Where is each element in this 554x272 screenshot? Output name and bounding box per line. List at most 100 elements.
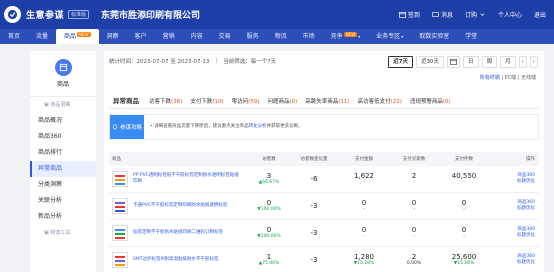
nav-item-7[interactable]: 交易	[211, 29, 239, 44]
visitors-cell-value: 1	[266, 253, 272, 261]
calendar-picker-button[interactable]	[447, 56, 461, 68]
thumbnail-stripe	[115, 264, 125, 266]
nav-item-13[interactable]: 取数实验室	[411, 29, 457, 44]
chevron-down-icon: ▾	[401, 34, 404, 39]
col-visitor-change[interactable]: 访客数变化量	[289, 156, 339, 162]
logout-label: 退出	[533, 12, 546, 19]
sidebar-item-1[interactable]: 商品概况	[30, 113, 96, 129]
calendar-icon	[399, 11, 406, 18]
tab-5[interactable]: 高跳失率商品(11)	[301, 97, 353, 108]
sidebar-item-6[interactable]: 关联分析	[30, 193, 96, 209]
checkin-label: 签到	[407, 12, 420, 19]
logout-button[interactable]: 退出	[534, 10, 546, 19]
nav-item-label: 商品	[64, 33, 77, 40]
user-center-button[interactable]: 个人中心	[498, 10, 522, 19]
col-visitors[interactable]: 访客数	[249, 156, 289, 162]
nav-item-5[interactable]: 营销	[155, 29, 183, 44]
anomaly-table: 商品 访客数 访客数变化量 支付金额 支付买家数 支付件数 操作 PP PVC透…	[109, 152, 539, 272]
nav-item-label: 取数实验室	[419, 33, 450, 40]
product-name-link[interactable]: SMT过炉标签PI耐高温贴纸防水不干胶标签	[133, 257, 241, 263]
product-thumbnail[interactable]	[112, 225, 128, 241]
tab-count: (26)	[171, 99, 183, 105]
terminal-others[interactable]: | PC端 | 无线端	[501, 75, 536, 81]
sidebar-item-label: 关联分析	[38, 197, 63, 204]
col-pay-buyers[interactable]: 支付买家数	[389, 156, 439, 162]
tab-7[interactable]: 违规预警商品(0)	[406, 97, 455, 108]
period-week-button[interactable]: 周	[481, 56, 498, 68]
tab-6[interactable]: 高访客低支付(22)	[354, 97, 406, 108]
amount-cell-value: 0	[361, 199, 367, 207]
nav-item-2[interactable]: 商品 NEW	[56, 29, 99, 44]
thumbnail-stripe	[115, 256, 125, 258]
nav-item-label: 学堂	[465, 33, 478, 40]
sidebar-list: ▣ 商品洞察商品概况商品360NEW 商品排行异常商品分类洞察关联分析新品分析 ▣ …	[30, 97, 122, 241]
nav-item-label: 营销	[162, 33, 175, 40]
sidebar-item-7[interactable]: 新品分析	[30, 209, 96, 225]
advice-tag[interactable]: 参谋攻略	[110, 115, 144, 139]
tab-1[interactable]: 访客下跌(26)	[145, 97, 186, 108]
visitor-delta-value: -3	[310, 202, 318, 210]
tab-label: 支付下跌	[190, 99, 213, 105]
nav-item-4[interactable]: 客户	[127, 29, 155, 44]
buyers-cell-value: 0	[411, 199, 417, 207]
prev-period-button[interactable]: ‹	[518, 56, 527, 68]
col-pay-qty[interactable]: 支付件数	[439, 156, 489, 162]
tab-2[interactable]: 支付下跌(10)	[186, 97, 227, 108]
nav-item-6[interactable]: 内容	[183, 29, 211, 44]
title-optimize-link[interactable]: 标题优化	[489, 206, 535, 212]
buyers-cell-change: -	[413, 234, 415, 239]
sidebar-item-5[interactable]: 分类洞察	[30, 177, 96, 193]
tab-4[interactable]: 问题商品(0)	[263, 97, 301, 108]
subscribe-button[interactable]: 订购	[465, 10, 486, 19]
nav-item-11[interactable]: 竞争 NEW ▾	[323, 29, 369, 44]
col-pay-amount[interactable]: 支付金额	[339, 156, 389, 162]
nav-item-label: 业务专区	[376, 33, 401, 40]
tab-count: (10)	[212, 99, 224, 105]
nav-item-3[interactable]: 洞察	[99, 29, 127, 44]
nav-item-14[interactable]: 学堂	[457, 29, 485, 44]
sidebar-item-3[interactable]: 商品排行	[30, 145, 96, 161]
lightbulb-icon	[112, 124, 118, 130]
nav-item-12[interactable]: 业务专区▾	[368, 29, 411, 44]
company-name: 东莞市胜添印刷有限公司	[101, 11, 201, 21]
terminal-filter: 所有终端 | PC端 | 无线端	[480, 74, 536, 81]
product-name-link[interactable]: 标签定制不干胶防水贴纸印刷二维码订制标签	[133, 230, 241, 236]
top-header: 生意参谋 标准版 东莞市胜添印刷有限公司 签到 消息 订购 个人中心 退出	[0, 0, 554, 29]
brand[interactable]: 生意参谋 标准版	[4, 6, 90, 23]
title-optimize-link[interactable]: 标题优化	[489, 260, 535, 266]
advice-link[interactable]: 转化分析	[249, 124, 267, 129]
title-optimize-link[interactable]: 标题优化	[489, 179, 535, 185]
visitor-delta-cell: -6	[289, 175, 339, 183]
logo-icon	[4, 6, 21, 23]
period-month-button[interactable]: 月	[500, 56, 516, 68]
col-product: 商品	[112, 157, 121, 162]
period-day-button[interactable]: 日	[463, 56, 479, 68]
product-thumbnail[interactable]	[112, 252, 128, 268]
nav-item-8[interactable]: 服务	[239, 29, 267, 44]
product-name-link[interactable]: 卡通PVC不干胶标签定制印刷防水贴纸透明标签	[133, 203, 241, 209]
title-optimize-link[interactable]: 标题优化	[489, 233, 535, 239]
product-thumbnail[interactable]	[112, 171, 128, 187]
next-period-button[interactable]: ›	[529, 56, 538, 68]
table-row: SMT过炉标签PI耐高温贴纸防水不干胶标签 1 ▲75.00% -3 1,280 ▼15.…	[109, 247, 539, 272]
period-30d-button[interactable]: 近30天	[416, 56, 445, 68]
product-name-link[interactable]: PP PVC透明标签纸不干胶标签定制防水透明标签贴纸印刷	[133, 173, 241, 185]
product-cell: SMT过炉标签PI耐高温贴纸防水不干胶标签	[109, 252, 249, 268]
checkin-button[interactable]: 签到	[399, 10, 420, 19]
product-thumbnail[interactable]	[112, 198, 128, 214]
sidebar-item-4[interactable]: 异常商品	[30, 161, 96, 177]
nav-item-10[interactable]: 市场	[295, 29, 323, 44]
buyers-cell: 2-	[389, 172, 439, 186]
nav-item-9[interactable]: 物流	[267, 29, 295, 44]
nav-item-1[interactable]: 流量	[28, 29, 56, 44]
sidebar-item-2[interactable]: 商品360NEW	[30, 129, 122, 145]
product-cell: 卡通PVC不干胶标签定制印刷防水贴纸透明标签	[109, 198, 249, 214]
terminal-all[interactable]: 所有终端	[480, 75, 500, 81]
header-actions: 签到 消息 订购 个人中心 退出	[399, 0, 546, 29]
nav-item-0[interactable]: 首页	[0, 29, 28, 44]
messages-button[interactable]: 消息	[432, 10, 453, 19]
qty-cell-change: -	[463, 180, 465, 185]
tab-3[interactable]: 零访问(59)	[228, 97, 264, 108]
qty-cell: 0-	[439, 199, 489, 213]
period-7d-button[interactable]: 近7天	[388, 56, 414, 68]
